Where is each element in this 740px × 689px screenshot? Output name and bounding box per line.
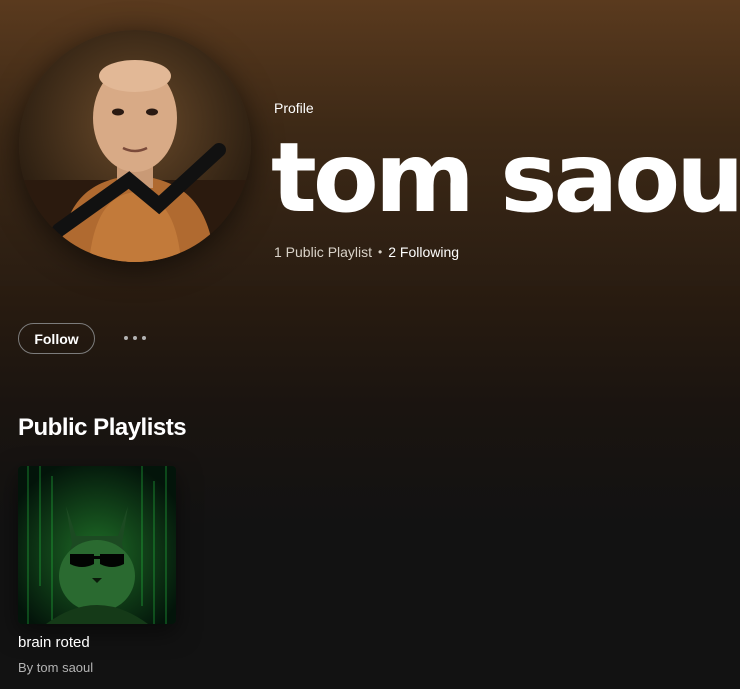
profile-name: tom saoul [271, 122, 740, 234]
avatar-image [19, 30, 251, 262]
more-dot [133, 336, 137, 340]
profile-stats: 1 Public Playlist • 2 Following [274, 244, 459, 260]
more-options-icon[interactable] [118, 326, 152, 350]
more-dot [142, 336, 146, 340]
playlist-owner: By tom saoul [18, 660, 94, 675]
playlist-cover[interactable] [18, 466, 176, 624]
public-playlist-count: 1 Public Playlist [274, 244, 373, 260]
more-dot [124, 336, 128, 340]
stats-separator: • [378, 245, 383, 259]
playlist-title[interactable]: brain roted [18, 634, 90, 651]
public-playlists-heading[interactable]: Public Playlists [18, 414, 187, 442]
follow-button[interactable]: Follow [18, 323, 95, 354]
profile-kind-label: Profile [274, 100, 314, 116]
following-count-link[interactable]: 2 Following [388, 244, 459, 260]
profile-avatar[interactable] [19, 30, 251, 262]
playlist-cover-image [18, 466, 176, 624]
